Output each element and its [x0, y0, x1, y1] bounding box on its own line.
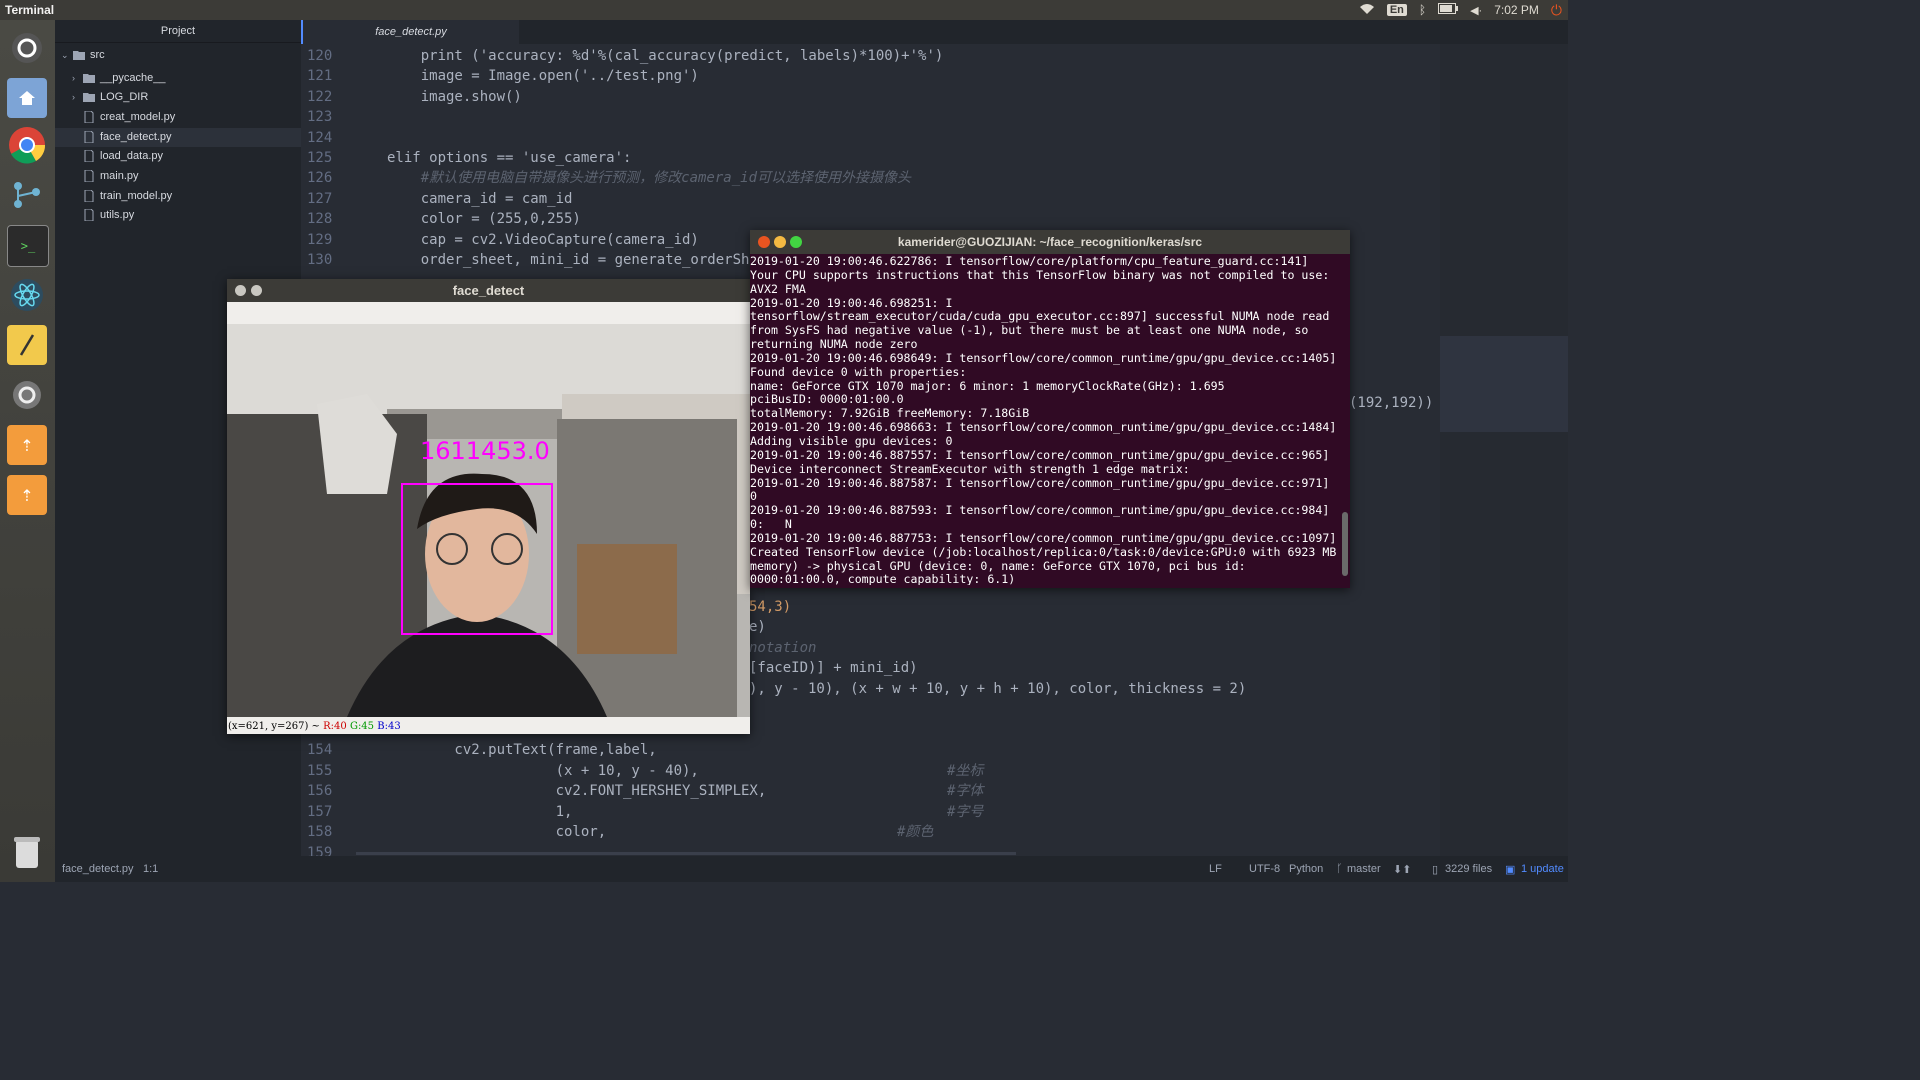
tree-item-face-detect[interactable]: face_detect.py: [55, 128, 301, 147]
status-files[interactable]: 3229 files: [1445, 863, 1492, 875]
minimap[interactable]: [1440, 44, 1568, 856]
status-file[interactable]: face_detect.py: [62, 863, 134, 875]
tree-item-log-dir[interactable]: › LOG_DIR: [55, 88, 301, 107]
system-top-bar: Terminal En ᛒ ◀· 7:02 PM ⏻: [0, 0, 1568, 20]
wifi-icon[interactable]: [1359, 3, 1375, 18]
chevron-right-icon: ›: [72, 92, 75, 102]
usb-drive-icon-2[interactable]: ⇡: [7, 475, 47, 515]
pixel-readout: (x=621, y=267) ~ R:40 G:45 B:43: [228, 721, 401, 732]
code-line: 157 1, #字号: [307, 804, 984, 820]
code-line: 122 image.show(): [307, 89, 522, 105]
face-detect-titlebar[interactable]: face_detect: [227, 279, 750, 302]
tree-item-src[interactable]: ⌄ src: [55, 46, 301, 65]
power-icon[interactable]: ⏻: [1551, 2, 1562, 19]
tree-item-train-model[interactable]: train_model.py: [55, 187, 301, 206]
atom-icon[interactable]: [7, 275, 47, 315]
file-icon: [84, 131, 94, 143]
terminal-icon[interactable]: >_: [7, 225, 49, 267]
code-line: 126 #默认使用电脑自带摄像头进行预测，修改camera_id可以选择使用外接…: [307, 170, 912, 186]
maximize-button[interactable]: [790, 236, 802, 248]
bluetooth-icon[interactable]: ᛒ: [1419, 3, 1426, 17]
ubuntu-dash-icon[interactable]: [7, 28, 47, 68]
file-icon: [84, 111, 94, 123]
minimize-button[interactable]: [774, 236, 786, 248]
unity-launcher: >_ ⇡ ⇡: [0, 20, 55, 882]
code-line: 154 cv2.putText(frame,label,: [307, 742, 657, 758]
close-button[interactable]: [235, 285, 246, 296]
minimap-viewport[interactable]: [1440, 336, 1568, 432]
tab-face-detect[interactable]: face_detect.py: [301, 20, 519, 44]
status-encoding[interactable]: UTF-8: [1249, 863, 1280, 875]
active-app-title: Terminal: [5, 3, 55, 17]
code-line: 121 image = Image.open('../test.png'): [307, 68, 699, 84]
code-line: 158 color, #颜色: [307, 824, 934, 840]
project-panel-header: Project: [55, 20, 301, 43]
status-grammar[interactable]: Python: [1289, 863, 1323, 875]
horizontal-scrollbar[interactable]: [356, 852, 1016, 855]
branch-icon: ᚴ: [1336, 863, 1343, 875]
status-eol[interactable]: LF: [1209, 863, 1222, 875]
code-line: 155 (x + 10, y - 40), #坐标: [307, 763, 984, 779]
update-icon: ▣: [1505, 864, 1516, 876]
code-line: 127 camera_id = cam_id: [307, 191, 573, 207]
code-line: 128 color = (255,0,255): [307, 211, 581, 227]
settings-icon[interactable]: [7, 375, 47, 415]
status-cursor[interactable]: 1:1: [143, 863, 158, 875]
battery-icon[interactable]: [1438, 3, 1459, 17]
code-line: 156 cv2.FONT_HERSHEY_SIMPLEX, #字体: [307, 783, 984, 799]
status-branch[interactable]: master: [1347, 863, 1381, 875]
tree-item-creat-model[interactable]: creat_model.py: [55, 108, 301, 127]
folder-icon: [83, 93, 95, 102]
tree-item-main[interactable]: main.py: [55, 167, 301, 186]
file-icon: [84, 190, 94, 202]
volume-icon[interactable]: ◀·: [1470, 4, 1482, 17]
files-home-icon[interactable]: [7, 78, 47, 118]
folder-icon: [83, 74, 95, 83]
chevron-down-icon: ⌄: [61, 50, 69, 60]
folder-icon: [73, 51, 85, 60]
file-icon: [84, 170, 94, 182]
minimize-button[interactable]: [251, 285, 262, 296]
git-icon[interactable]: [7, 175, 47, 215]
terminal-titlebar[interactable]: kamerider@GUOZIJIAN: ~/face_recognition/…: [750, 230, 1350, 254]
status-update[interactable]: 1 update: [1521, 863, 1564, 875]
trash-icon[interactable]: [7, 832, 47, 872]
fetch-icon[interactable]: ⬇⬆: [1393, 863, 1411, 876]
chevron-right-icon: ›: [72, 73, 75, 83]
face-detect-window[interactable]: face_detect 1611453.0 (x=621, y=267) ~ R…: [227, 279, 750, 734]
clock[interactable]: 7:02 PM: [1494, 3, 1539, 17]
terminal-output[interactable]: 2019-01-20 19:00:46.622786: I tensorflow…: [750, 255, 1340, 585]
files-icon: ▯: [1432, 864, 1439, 876]
tree-item-pycache[interactable]: › __pycache__: [55, 69, 301, 88]
tree-item-load-data[interactable]: load_data.py: [55, 147, 301, 166]
terminal-window[interactable]: kamerider@GUOZIJIAN: ~/face_recognition/…: [750, 230, 1350, 588]
tree-item-utils[interactable]: utils.py: [55, 206, 301, 225]
chrome-icon[interactable]: [7, 125, 47, 165]
code-line: 120 print ('accuracy: %d'%(cal_accuracy(…: [307, 48, 944, 64]
face-id-label: 1611453.0: [420, 437, 550, 465]
code-line: 123: [307, 109, 333, 125]
editor-tab-bar: face_detect.py: [301, 20, 1568, 44]
file-icon: [84, 150, 94, 162]
camera-frame: 1611453.0: [227, 324, 750, 717]
usb-drive-icon[interactable]: ⇡: [7, 425, 47, 465]
keyboard-layout-indicator[interactable]: En: [1386, 4, 1407, 16]
terminal-scrollbar[interactable]: [1342, 512, 1348, 576]
file-icon: [84, 209, 94, 221]
text-editor-icon[interactable]: [7, 325, 47, 365]
code-line: 124: [307, 130, 333, 146]
close-button[interactable]: [758, 236, 770, 248]
code-line: 125 elif options == 'use_camera':: [307, 150, 632, 166]
status-bar: face_detect.py 1:1 LF UTF-8 Python ᚴ mas…: [55, 856, 1568, 882]
